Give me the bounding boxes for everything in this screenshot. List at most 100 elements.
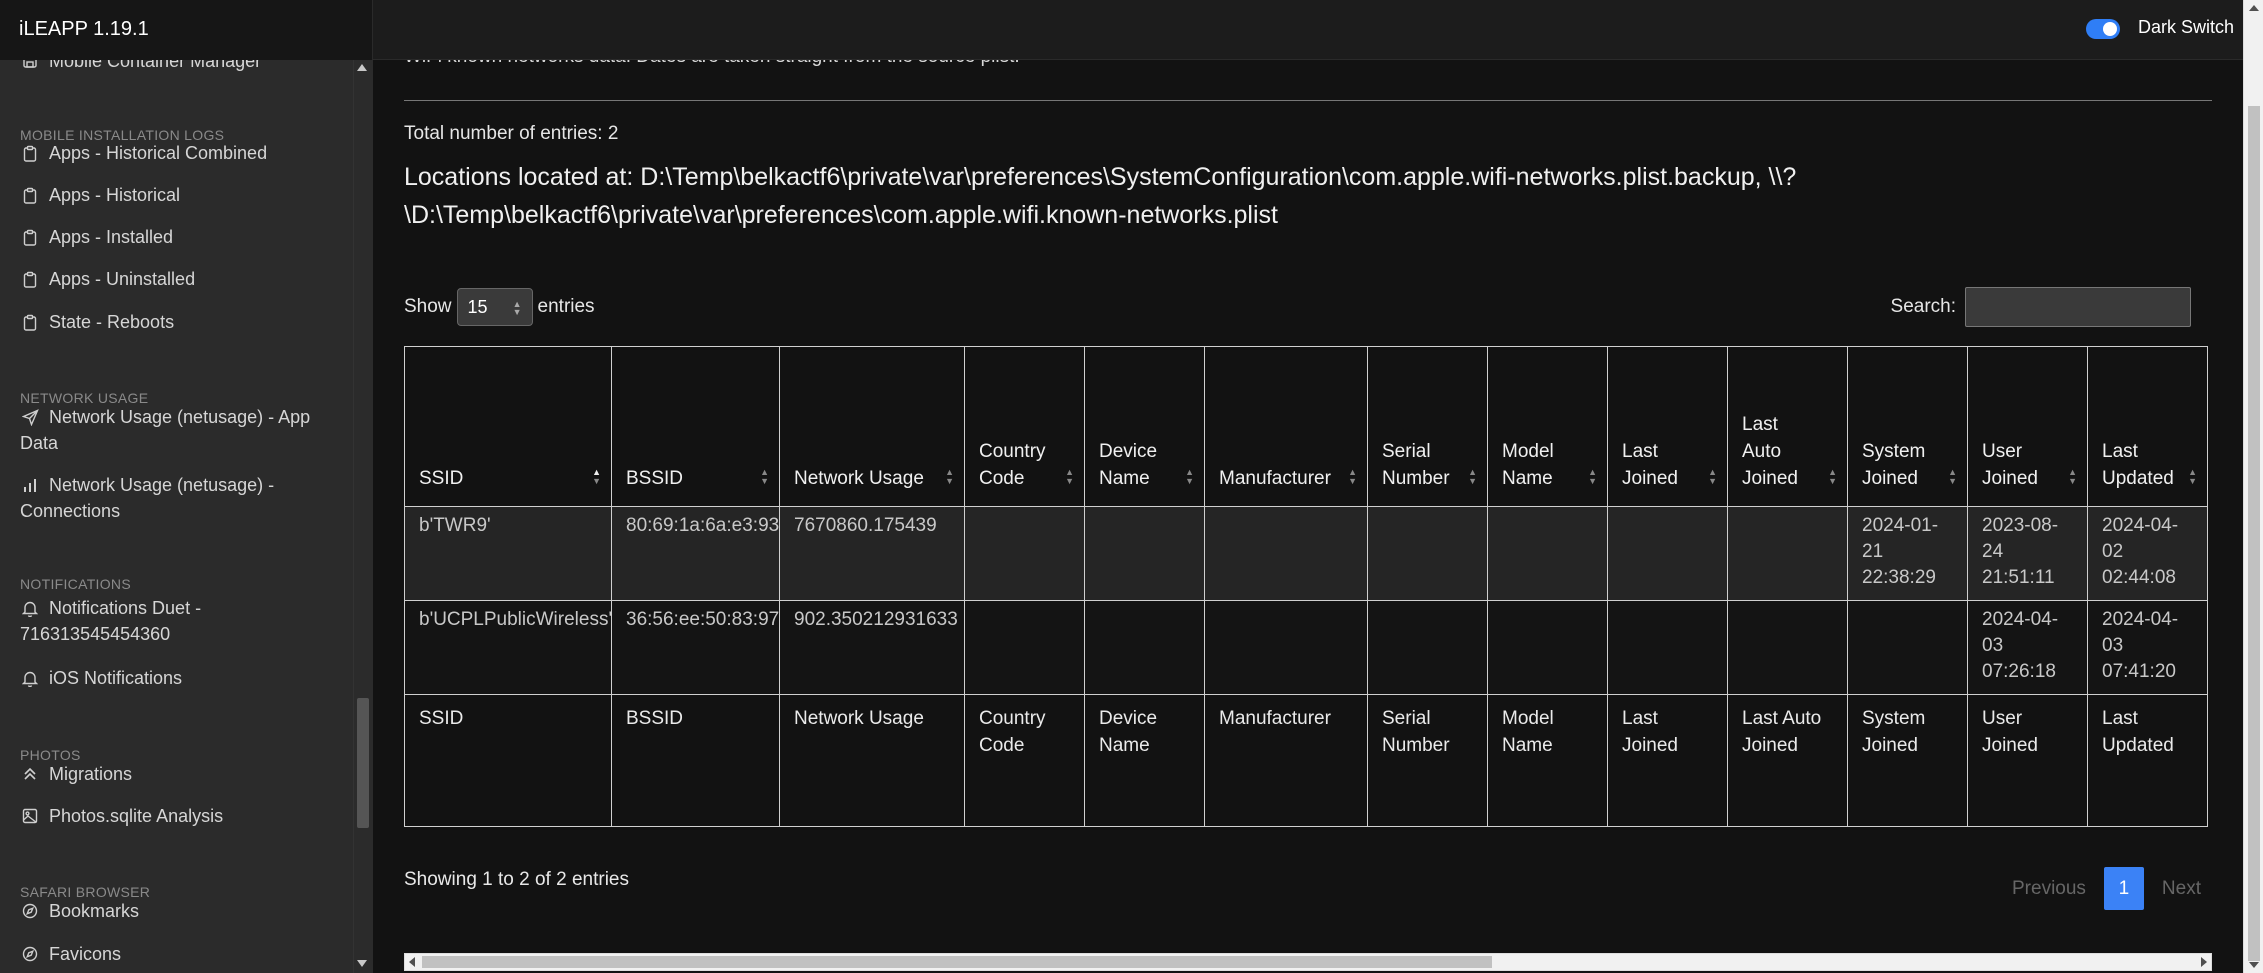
sidebar-item-label: iOS Notifications [49, 668, 183, 688]
next-page-button[interactable]: Next [2150, 878, 2213, 900]
table-cell-country-code [964, 600, 1085, 695]
sidebar-item-migrations[interactable]: Migrations [20, 761, 320, 787]
previous-page-button[interactable]: Previous [2000, 878, 2098, 900]
page-scroll-thumb[interactable] [2248, 106, 2260, 961]
clipboard-icon [20, 266, 40, 292]
sort-icon: ▲ ▼ [2068, 467, 2077, 486]
source-locations: Locations located at: D:\Temp\belkactf6\… [404, 163, 1797, 229]
column-header-last-auto-joined[interactable]: Last Auto Joined ▲ ▼ [1727, 346, 1848, 507]
column-header-label: SSID [419, 468, 464, 489]
table-header-row: SSID ▲ ▼ BSSID ▲ ▼ Network Usage ▲ ▼ Country Code… [404, 346, 2208, 507]
table-cell-system-joined [1847, 600, 1968, 695]
sort-icon: ▲ ▼ [2188, 467, 2197, 486]
sidebar-scroll-thumb[interactable] [357, 698, 369, 828]
column-header-last-updated[interactable]: Last Updated ▲ ▼ [2087, 346, 2208, 507]
sidebar-scrollbar[interactable] [353, 60, 373, 973]
sidebar-item-label: Apps - Installed [49, 227, 174, 247]
scroll-down-arrow-icon[interactable] [2249, 962, 2259, 968]
table-cell-serial-number [1367, 506, 1488, 601]
sidebar-item-network-usage-netusage-app-data[interactable]: Network Usage (netusage) - App Data [20, 404, 320, 456]
sidebar-item-ios-notifications[interactable]: iOS Notifications [20, 665, 320, 691]
page-length-select[interactable]: 15 ▲ ▼ [456, 288, 533, 326]
bell-icon [20, 665, 40, 691]
column-footer-manufacturer: Manufacturer [1204, 694, 1368, 827]
table-cell-last-joined [1607, 506, 1728, 601]
column-header-label: Serial Number [1382, 441, 1450, 489]
sidebar-item-photos-sqlite-analysis[interactable]: Photos.sqlite Analysis [20, 803, 320, 829]
table-cell-network-usage: 902.350212931633 [779, 600, 965, 695]
scroll-right-arrow-icon[interactable] [2201, 957, 2207, 967]
column-header-last-joined[interactable]: Last Joined ▲ ▼ [1607, 346, 1728, 507]
column-footer-ssid: SSID [404, 694, 612, 827]
column-header-model-name[interactable]: Model Name ▲ ▼ [1487, 346, 1608, 507]
sidebar-item-mobile-container-manager[interactable]: Mobile Container Manager [20, 60, 320, 74]
column-header-manufacturer[interactable]: Manufacturer ▲ ▼ [1204, 346, 1368, 507]
sidebar-item-apps-installed[interactable]: Apps - Installed [20, 224, 320, 250]
sort-icon: ▲ ▼ [1588, 467, 1597, 486]
sort-icon: ▲ ▼ [945, 467, 954, 486]
column-footer-system-joined: System Joined [1847, 694, 1968, 827]
scroll-up-arrow-icon[interactable] [2249, 5, 2259, 11]
sidebar-item-apps-uninstalled[interactable]: Apps - Uninstalled [20, 266, 320, 292]
table-horizontal-scrollbar[interactable] [404, 953, 2212, 971]
compass-icon [20, 898, 40, 924]
sidebar-item-bookmarks[interactable]: Bookmarks [20, 898, 320, 924]
dark-switch-label[interactable]: Dark Switch [2138, 17, 2234, 38]
column-header-label: Network Usage [794, 468, 924, 489]
page-vertical-scrollbar[interactable] [2243, 0, 2263, 973]
dark-switch-toggle[interactable] [2086, 19, 2120, 39]
sidebar-item-label: Apps - Uninstalled [49, 269, 196, 289]
column-footer-bssid: BSSID [611, 694, 780, 827]
column-footer-last-updated: Last Updated [2087, 694, 2208, 827]
sidebar-item-favicons[interactable]: Favicons [20, 941, 320, 967]
divider [404, 100, 2212, 101]
column-footer-last-auto-joined: Last Auto Joined [1727, 694, 1848, 827]
sort-icon: ▲ ▼ [760, 467, 769, 486]
table-cell-network-usage: 7670860.175439 [779, 506, 965, 601]
search-input[interactable] [1965, 287, 2191, 327]
sidebar-item-label: Migrations [49, 764, 133, 784]
column-header-label: BSSID [626, 468, 684, 489]
column-header-user-joined[interactable]: User Joined ▲ ▼ [1967, 346, 2088, 507]
table-cell-user-joined: 2023-08-24 21:51:11 [1967, 506, 2088, 601]
table-cell-last-auto-joined [1727, 506, 1848, 601]
table-cell-ssid: b'TWR9' [404, 506, 612, 601]
scroll-up-arrow-icon[interactable] [357, 64, 367, 71]
sort-ascending-icon: ▲ ▼ [592, 467, 601, 486]
column-header-serial-number[interactable]: Serial Number ▲ ▼ [1367, 346, 1488, 507]
column-header-ssid[interactable]: SSID ▲ ▼ [404, 346, 612, 507]
horizontal-scroll-thumb[interactable] [422, 956, 1492, 968]
sidebar: Mobile Container Manager MOBILE INSTALLAT… [0, 60, 373, 973]
column-header-device-name[interactable]: Device Name ▲ ▼ [1084, 346, 1205, 507]
toggle-knob [2103, 22, 2117, 36]
sidebar-item-apps-historical-combined[interactable]: Apps - Historical Combined [20, 140, 320, 166]
table-cell-system-joined: 2024-01-21 22:38:29 [1847, 506, 1968, 601]
page-length-control: Show 15 ▲ ▼ entries [404, 288, 595, 326]
sidebar-item-network-usage-netusage-connections[interactable]: Network Usage (netusage) - Connections [20, 472, 320, 524]
column-header-country-code[interactable]: Country Code ▲ ▼ [964, 346, 1085, 507]
pagination: Previous 1 Next [2000, 867, 2213, 910]
scroll-left-arrow-icon[interactable] [409, 957, 415, 967]
sidebar-item-apps-historical[interactable]: Apps - Historical [20, 182, 320, 208]
sidebar-item-label: Apps - Historical Combined [49, 143, 268, 163]
bell-icon [20, 595, 40, 621]
sidebar-item-notifications-duet-716313545454360[interactable]: Notifications Duet - 716313545454360 [20, 595, 320, 647]
main-content: WiFi known networks data. Dates are take… [373, 60, 2243, 973]
sidebar-item-state-reboots[interactable]: State - Reboots [20, 309, 320, 335]
table-footer-row: SSID BSSID Network Usage Country Code Device… [404, 694, 2208, 827]
sidebar-item-label: Network Usage (netusage) - Connections [20, 475, 275, 521]
table-row[interactable]: b'UCPLPublicWireless' 36:56:ee:50:83:97 90… [404, 600, 2208, 695]
column-header-system-joined[interactable]: System Joined ▲ ▼ [1847, 346, 1968, 507]
sort-icon: ▲ ▼ [1468, 467, 1477, 486]
table-row[interactable]: b'TWR9' 80:69:1a:6a:e3:93 7670860.175439 20… [404, 506, 2208, 601]
column-header-label: Device Name [1099, 441, 1158, 489]
table-cell-user-joined: 2024-04-03 07:26:18 [1967, 600, 2088, 695]
column-header-bssid[interactable]: BSSID ▲ ▼ [611, 346, 780, 507]
column-header-label: Manufacturer [1219, 468, 1331, 489]
table-cell-country-code [964, 506, 1085, 601]
column-header-network-usage[interactable]: Network Usage ▲ ▼ [779, 346, 965, 507]
scroll-down-arrow-icon[interactable] [357, 960, 367, 967]
send-icon [20, 404, 40, 430]
app-title[interactable]: iLEAPP 1.19.1 [19, 18, 149, 41]
page-1-button[interactable]: 1 [2103, 867, 2144, 910]
